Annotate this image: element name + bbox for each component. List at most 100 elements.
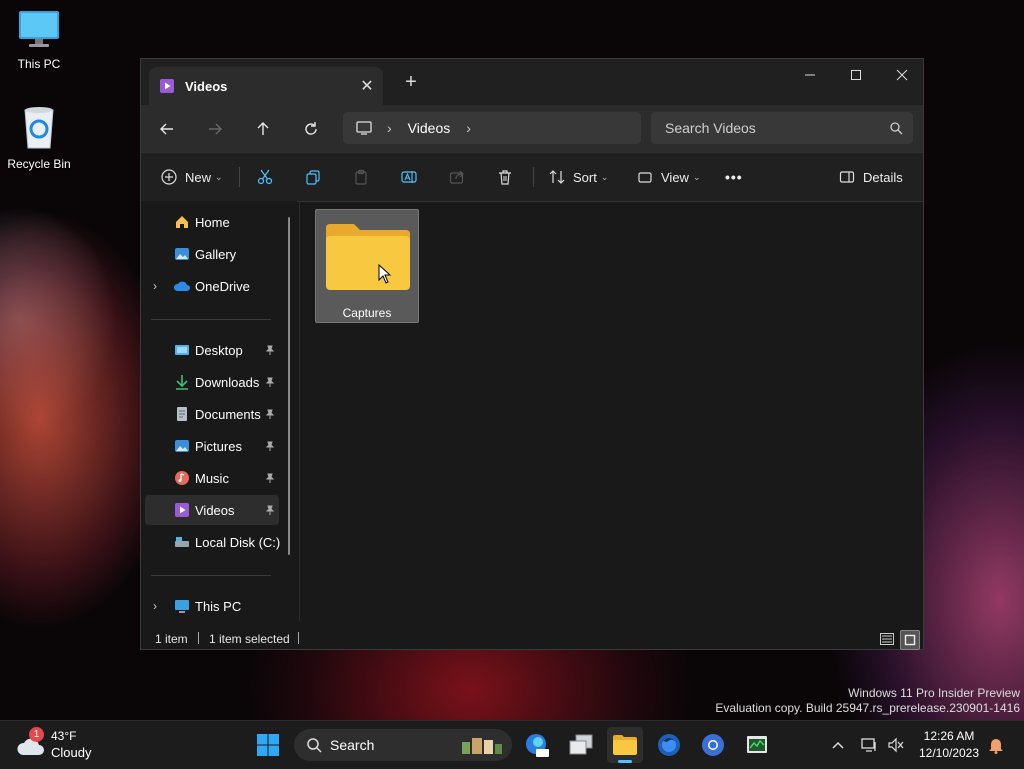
details-button[interactable]: Details xyxy=(839,163,903,191)
navigation-pane: Home Gallery › OneDrive Desktop Download… xyxy=(141,201,297,621)
up-button[interactable] xyxy=(247,113,279,145)
weather-widget[interactable]: 1 43°F Cloudy xyxy=(16,727,116,763)
pin-icon[interactable] xyxy=(265,377,275,387)
evaluation-watermark: Windows 11 Pro Insider Preview Evaluatio… xyxy=(715,686,1020,716)
watermark-line: Evaluation copy. Build 25947.rs_prerelea… xyxy=(715,701,1020,715)
task-view-icon xyxy=(569,734,593,755)
nav-item-downloads[interactable]: Downloads xyxy=(145,367,279,397)
refresh-button[interactable] xyxy=(295,113,327,145)
network-status[interactable] xyxy=(858,721,882,769)
nav-item-pictures[interactable]: Pictures xyxy=(145,431,279,461)
taskbar-task-manager[interactable] xyxy=(739,727,775,763)
nav-item-desktop[interactable]: Desktop xyxy=(145,335,279,365)
clock-date: 12/10/2023 xyxy=(918,746,980,760)
folder-item-captures[interactable]: Captures xyxy=(315,209,419,323)
desktop-icon-this-pc[interactable]: This PC xyxy=(0,8,78,71)
chevron-down-icon: ⌄ xyxy=(600,171,609,182)
pin-icon[interactable] xyxy=(265,345,275,355)
share-button[interactable] xyxy=(449,163,465,191)
search-icon xyxy=(307,738,322,753)
nav-item-videos[interactable]: Videos xyxy=(145,495,279,525)
nav-item-documents[interactable]: Documents xyxy=(145,399,279,429)
taskbar-search[interactable]: Search xyxy=(294,729,512,761)
nav-separator xyxy=(151,575,271,576)
taskbar-task-view[interactable] xyxy=(563,727,599,763)
new-button[interactable]: New ⌄ xyxy=(161,163,223,191)
search-placeholder: Search Videos xyxy=(665,120,756,136)
cut-button[interactable] xyxy=(257,163,273,191)
volume-status[interactable] xyxy=(884,721,908,769)
taskbar-firefox[interactable] xyxy=(651,727,687,763)
weather-temperature: 43°F xyxy=(51,729,77,743)
folder-name: Captures xyxy=(342,306,392,320)
desktop-icon-label: Recycle Bin xyxy=(7,157,71,171)
forward-button[interactable] xyxy=(199,113,231,145)
close-window-button[interactable] xyxy=(879,59,925,91)
nav-item-onedrive[interactable]: › OneDrive xyxy=(145,271,279,301)
pin-icon[interactable] xyxy=(265,409,275,419)
nav-scrollbar[interactable] xyxy=(288,217,290,555)
tray-overflow-button[interactable] xyxy=(826,721,850,769)
share-icon xyxy=(449,170,464,184)
taskbar-chrome[interactable] xyxy=(695,727,731,763)
arrow-left-icon xyxy=(160,123,173,135)
rename-button[interactable] xyxy=(401,163,417,191)
minimize-icon xyxy=(805,74,815,76)
toolbar-separator xyxy=(239,167,240,187)
nav-item-home[interactable]: Home xyxy=(145,207,279,237)
view-button[interactable]: View ⌄ xyxy=(637,163,701,191)
mouse-cursor-icon xyxy=(378,264,392,284)
address-field[interactable]: › Videos › xyxy=(343,112,641,144)
plus-circle-icon xyxy=(161,169,177,185)
new-tab-button[interactable]: + xyxy=(399,71,423,95)
chevron-right-icon[interactable]: › xyxy=(153,279,157,293)
more-icon: ••• xyxy=(725,169,743,185)
firefox-icon xyxy=(658,734,680,756)
taskbar-search-label: Search xyxy=(330,737,375,753)
taskbar-edge-beta[interactable] xyxy=(519,727,555,763)
close-icon xyxy=(896,69,908,81)
paste-button[interactable] xyxy=(353,163,369,191)
tab-videos[interactable]: Videos ✕ xyxy=(149,67,383,105)
delete-button[interactable] xyxy=(497,163,513,191)
rename-icon xyxy=(401,171,417,183)
chevron-right-icon[interactable]: › xyxy=(466,120,471,136)
file-list: Captures xyxy=(301,201,923,621)
network-icon xyxy=(861,738,876,752)
close-tab-icon[interactable]: ✕ xyxy=(351,76,383,96)
nav-label: Gallery xyxy=(195,246,237,262)
pin-icon[interactable] xyxy=(265,473,275,483)
desktop-icon-recycle-bin[interactable]: Recycle Bin xyxy=(0,104,78,171)
minimize-button[interactable] xyxy=(787,59,833,91)
start-button[interactable] xyxy=(250,727,286,763)
status-separator xyxy=(198,632,199,644)
nav-item-gallery[interactable]: Gallery xyxy=(145,239,279,269)
tiles-view-button[interactable] xyxy=(900,630,920,650)
taskbar-file-explorer[interactable] xyxy=(607,727,643,763)
scissors-icon xyxy=(257,169,273,185)
pin-icon[interactable] xyxy=(265,505,275,515)
taskbar: 1 43°F Cloudy Search 12:26 AM 12/10/2023 xyxy=(0,720,1024,769)
more-options-button[interactable]: ••• xyxy=(725,163,743,191)
nav-separator xyxy=(151,319,271,320)
nav-item-this-pc[interactable]: › This PC xyxy=(145,591,279,621)
copy-button[interactable] xyxy=(305,163,321,191)
chevron-right-icon[interactable]: › xyxy=(153,599,157,613)
windows-logo-icon xyxy=(257,734,279,756)
notifications-button[interactable] xyxy=(986,721,1006,769)
nav-item-local-disk[interactable]: Local Disk (C:) xyxy=(145,527,281,557)
watermark-line: Windows 11 Pro Insider Preview xyxy=(848,686,1020,700)
maximize-button[interactable] xyxy=(833,59,879,91)
system-clock[interactable]: 12:26 AM 12/10/2023 xyxy=(912,728,986,762)
pin-icon[interactable] xyxy=(265,441,275,451)
pane-splitter[interactable] xyxy=(299,201,300,621)
details-view-button[interactable] xyxy=(878,630,896,648)
breadcrumb-videos[interactable]: Videos xyxy=(408,120,451,136)
nav-label: Local Disk (C:) xyxy=(195,534,281,550)
back-button[interactable] xyxy=(151,113,183,145)
selection-count: 1 item selected xyxy=(209,632,290,646)
sort-button[interactable]: Sort ⌄ xyxy=(549,163,608,191)
gallery-icon xyxy=(173,245,191,263)
nav-item-music[interactable]: Music xyxy=(145,463,279,493)
search-input[interactable]: Search Videos xyxy=(651,112,913,144)
